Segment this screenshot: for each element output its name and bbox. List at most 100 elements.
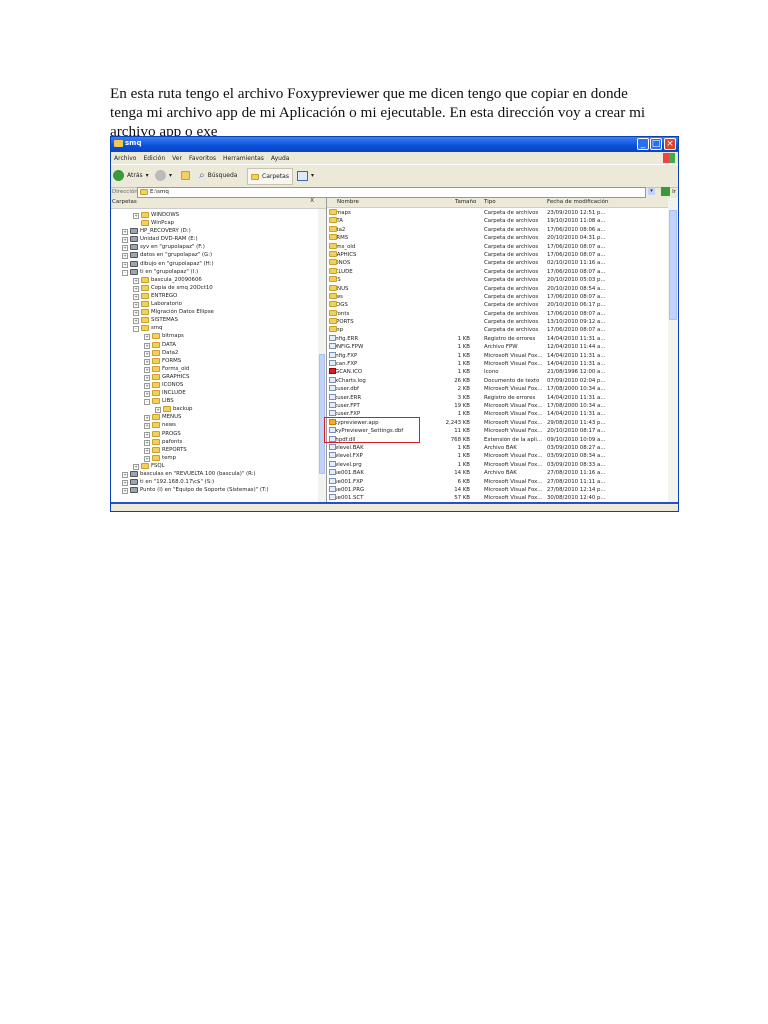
- files-scrollbar[interactable]: [668, 198, 678, 504]
- tree-item[interactable]: - smq: [111, 324, 318, 333]
- expand-icon[interactable]: +: [144, 391, 150, 398]
- expand-icon[interactable]: +: [144, 415, 150, 422]
- file-row[interactable]: temp Carpeta de archivos 17/06/2010 08:07 …: [327, 326, 668, 334]
- file-row[interactable]: lowlevel.FXP 1 KB Microsoft Visual Fox... 0…: [327, 452, 668, 460]
- close-button[interactable]: ×: [664, 138, 676, 150]
- menu-ver[interactable]: Ver: [172, 155, 182, 162]
- expand-icon[interactable]: +: [133, 310, 139, 317]
- file-row[interactable]: config.ERR 1 KB Registro de errores 14/04/2…: [327, 334, 668, 343]
- file-row[interactable]: foxuser.ERR 3 KB Registro de errores 14/04/…: [327, 393, 668, 402]
- tree-item[interactable]: + temp: [111, 454, 318, 462]
- tree-item[interactable]: + ti en "192.168.0.17\c$" (S:): [111, 478, 318, 487]
- tree-item[interactable]: + bascula_20090606: [111, 276, 318, 284]
- file-row[interactable]: config.FXP 1 KB Microsoft Visual Fox... 14/…: [327, 351, 668, 360]
- file-row[interactable]: REPORTS Carpeta de archivos 13/10/2010 09:…: [327, 318, 668, 326]
- tree-item[interactable]: - ti en "grupolapaz" (I:): [111, 268, 318, 276]
- folders-button[interactable]: Carpetas: [247, 168, 293, 185]
- tree-item[interactable]: + bitmaps: [111, 332, 318, 341]
- menu-edicion[interactable]: Edición: [143, 155, 165, 162]
- file-row[interactable]: lowlevel.prg 1 KB Microsoft Visual Fox... 0…: [327, 460, 668, 469]
- address-dropdown-icon[interactable]: ▾: [648, 188, 655, 195]
- file-row[interactable]: CONFIG.FPW 1 KB Archivo FPW 12/04/2010 11:4…: [327, 343, 668, 351]
- tree-item[interactable]: + news: [111, 421, 318, 430]
- expand-icon[interactable]: +: [144, 455, 150, 462]
- expand-icon[interactable]: +: [144, 439, 150, 446]
- file-row[interactable]: DATA Carpeta de archivos 19/10/2010 11:08 …: [327, 217, 668, 225]
- file-row[interactable]: FLGCAN.ICO 1 KB Icono 21/08/1996 12:00 a...: [327, 368, 668, 376]
- expand-icon[interactable]: +: [133, 293, 139, 300]
- tree-item[interactable]: - LIBS: [111, 397, 318, 406]
- file-row[interactable]: forms_old Carpeta de archivos 17/06/2010 0…: [327, 242, 668, 251]
- expand-icon[interactable]: +: [122, 253, 128, 260]
- close-pane-button[interactable]: X: [310, 198, 314, 204]
- scroll-thumb[interactable]: [669, 210, 677, 320]
- file-row[interactable]: lowlevel.BAK 1 KB Archivo BAK 03/09/2010 08…: [327, 443, 668, 452]
- expand-icon[interactable]: +: [144, 366, 150, 373]
- file-row[interactable]: PROGS Carpeta de archivos 20/10/2010 06:17…: [327, 301, 668, 309]
- collapse-icon[interactable]: -: [122, 269, 128, 276]
- menu-archivo[interactable]: Archivo: [114, 155, 136, 162]
- tree-item[interactable]: + Forms_old: [111, 365, 318, 373]
- expand-icon[interactable]: +: [133, 213, 139, 219]
- tree-item[interactable]: + Unidad DVD-RAM (E:): [111, 235, 318, 244]
- tree-item[interactable]: + Data2: [111, 349, 318, 357]
- expand-icon[interactable]: +: [133, 285, 139, 292]
- tree-item[interactable]: + Migración Datos Ellipse: [111, 308, 318, 317]
- tree-item[interactable]: + DATA: [111, 341, 318, 349]
- file-row[interactable]: MENUS Carpeta de archivos 20/10/2010 08:54…: [327, 284, 668, 293]
- file-row[interactable]: mue001.FXP 6 KB Microsoft Visual Fox... 27/…: [327, 477, 668, 486]
- tree-item[interactable]: + ENTREGO: [111, 292, 318, 300]
- tree-item[interactable]: + ICONOS: [111, 381, 318, 389]
- file-row[interactable]: LIBS Carpeta de archivos 20/10/2010 05:03 …: [327, 276, 668, 284]
- expand-icon[interactable]: +: [144, 423, 150, 430]
- column-name[interactable]: Nombre: [337, 199, 359, 205]
- file-row[interactable]: flgcan.FXP 1 KB Microsoft Visual Fox... 14/…: [327, 360, 668, 368]
- back-button[interactable]: Atrás ▾: [113, 168, 149, 183]
- up-folder-button[interactable]: [181, 168, 190, 183]
- expand-icon[interactable]: +: [144, 431, 150, 438]
- file-row[interactable]: FoxCharts.log 26 KB Documento de texto 07/0…: [327, 376, 668, 385]
- file-row[interactable]: GRAPHICS Carpeta de archivos 17/06/2010 08…: [327, 250, 668, 259]
- column-type[interactable]: Tipo: [484, 199, 496, 205]
- expand-icon[interactable]: +: [122, 237, 128, 244]
- expand-icon[interactable]: +: [122, 261, 128, 268]
- tree-item[interactable]: + dibujo en "grupolapaz" (H:): [111, 260, 318, 268]
- expand-icon[interactable]: +: [122, 480, 128, 487]
- expand-icon[interactable]: +: [133, 318, 139, 325]
- tree-item[interactable]: + INCLUDE: [111, 389, 318, 398]
- tree-item[interactable]: + REPORTS: [111, 446, 318, 454]
- column-date[interactable]: Fecha de modificación: [547, 199, 609, 205]
- tree-item[interactable]: + MENUS: [111, 413, 318, 422]
- views-button[interactable]: ▾: [297, 168, 314, 183]
- search-button[interactable]: ⌕ Búsqueda: [199, 168, 237, 183]
- maximize-button[interactable]: □: [650, 138, 662, 150]
- tree-item[interactable]: + backup: [111, 405, 318, 414]
- expand-icon[interactable]: +: [144, 382, 150, 389]
- tree-item[interactable]: + PROGS: [111, 430, 318, 438]
- file-row[interactable]: INCLUDE Carpeta de archivos 17/06/2010 08:…: [327, 267, 668, 276]
- tree-scrollbar[interactable]: [318, 209, 326, 504]
- tree-item[interactable]: + Copia de smq 20Oct10: [111, 284, 318, 292]
- file-row[interactable]: Data2 Carpeta de archivos 17/06/2010 08:06…: [327, 225, 668, 234]
- tree-item[interactable]: + Laboratorio: [111, 300, 318, 309]
- forward-button[interactable]: ▾: [155, 168, 172, 183]
- expand-icon[interactable]: +: [155, 407, 161, 414]
- expand-icon[interactable]: +: [122, 472, 128, 478]
- tree-item[interactable]: + basculas en "REVUELTA 100 (bascula)" (R…: [111, 470, 318, 478]
- tree-item[interactable]: + SISTEMAS: [111, 316, 318, 325]
- expand-icon[interactable]: +: [122, 488, 128, 495]
- file-row[interactable]: foxuser.dbf 2 KB Microsoft Visual Fox... 17…: [327, 385, 668, 393]
- scroll-thumb[interactable]: [319, 354, 325, 474]
- file-row[interactable]: FORMS Carpeta de archivos 20/10/2010 04:31…: [327, 234, 668, 242]
- file-row[interactable]: mue001.BAK 14 KB Archivo BAK 27/08/2010 11:…: [327, 469, 668, 477]
- tree-item[interactable]: + FORMS: [111, 357, 318, 365]
- menu-favoritos[interactable]: Favoritos: [189, 155, 216, 162]
- expand-icon[interactable]: +: [144, 447, 150, 454]
- column-size[interactable]: Tamaño: [455, 199, 476, 205]
- address-input[interactable]: E:\smq: [137, 187, 646, 198]
- tree-item[interactable]: + GRAPHICS: [111, 373, 318, 381]
- expand-icon[interactable]: +: [144, 374, 150, 381]
- file-row[interactable]: bitmaps Carpeta de archivos 23/09/2010 12:…: [327, 209, 668, 217]
- expand-icon[interactable]: +: [144, 334, 150, 341]
- expand-icon[interactable]: +: [122, 245, 128, 252]
